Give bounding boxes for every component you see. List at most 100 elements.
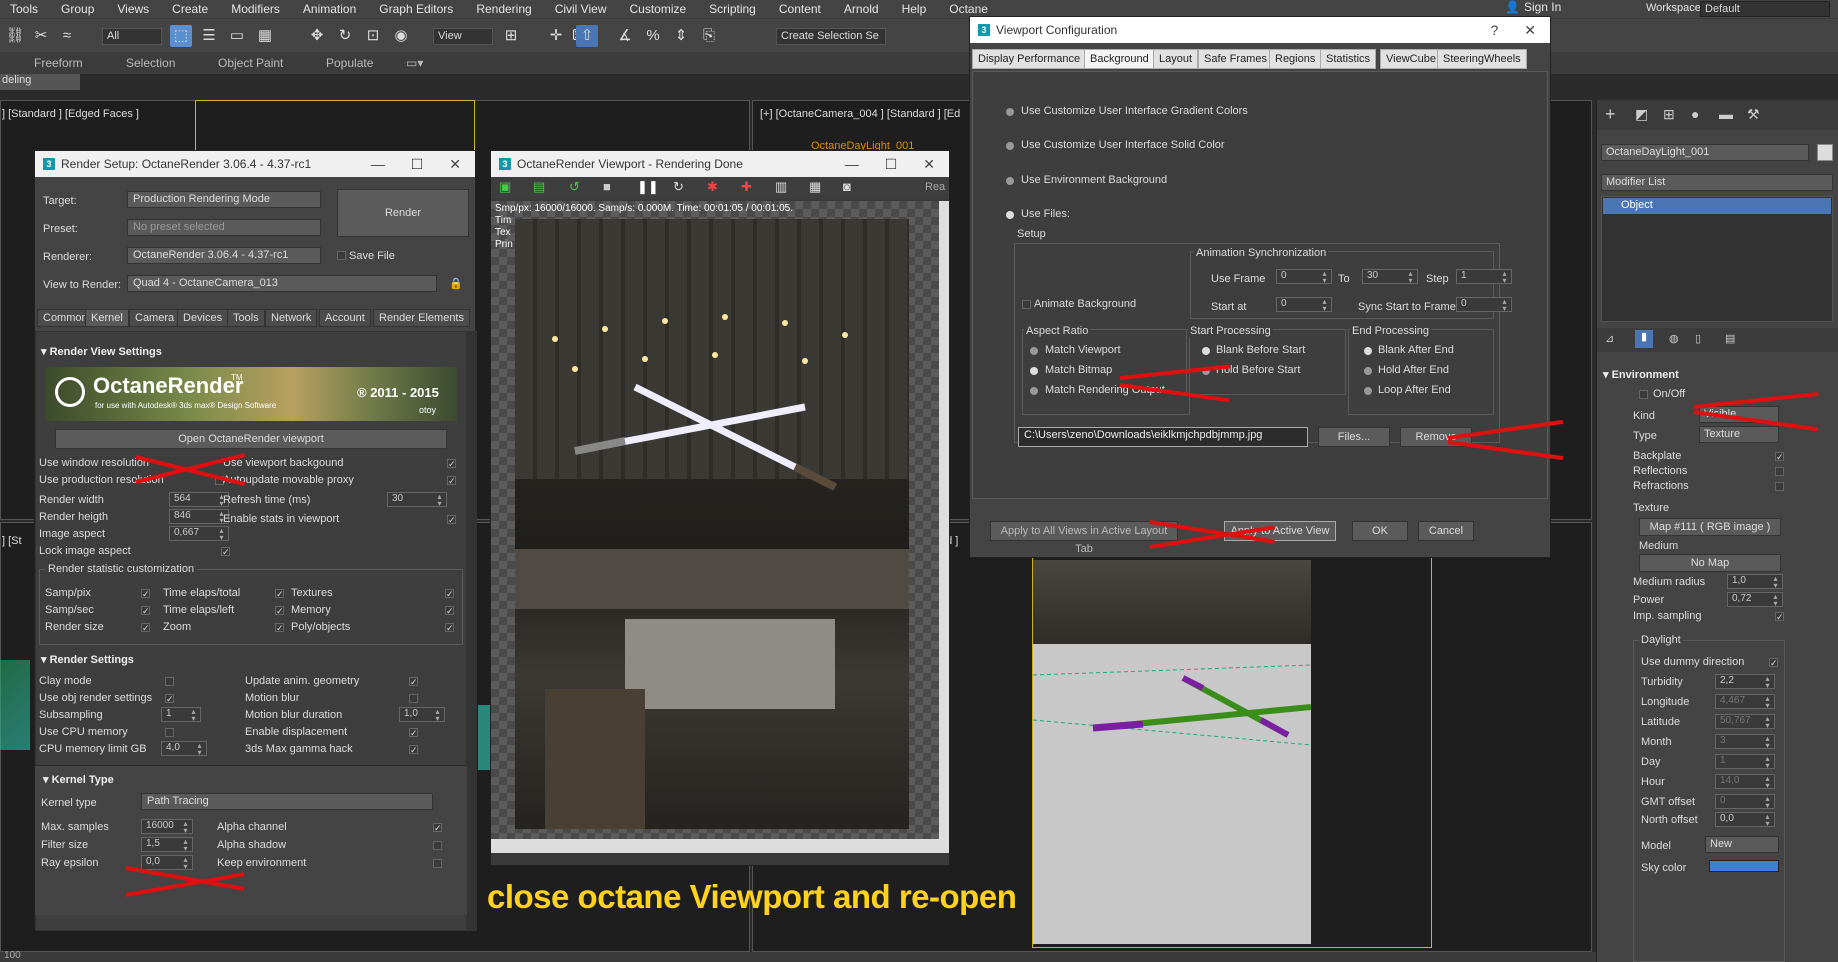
target-select[interactable]: Production Rendering Mode [127,191,321,208]
environment-header[interactable]: ▾ Environment [1603,368,1679,381]
gamma-hack-checkbox[interactable]: ✓ [409,745,418,755]
menu-scripting[interactable]: Scripting [699,2,769,16]
cancel-button[interactable]: Cancel [1418,521,1474,541]
menu-rendering[interactable]: Rendering [466,2,544,16]
render-button[interactable]: Render [337,189,469,237]
horizontal-scrollbar[interactable] [491,839,949,853]
stat-samp-pix-checkbox[interactable]: ✓ [141,589,150,599]
maximize-icon[interactable]: ☐ [411,156,424,173]
viewport-top-left-label[interactable]: ] [Standard ] [Edged Faces ] [2,108,139,120]
display-icon[interactable]: ▬ [1719,106,1733,122]
refresh-icon[interactable]: ↻ [673,179,684,195]
camera-icon[interactable]: ◙ [843,179,851,194]
lock-aspect-checkbox[interactable]: ✓ [221,547,230,557]
modifier-list-select[interactable]: Modifier List [1601,174,1833,191]
scrollbar[interactable] [467,331,477,931]
menu-help[interactable]: Help [892,2,940,16]
pivot-icon[interactable]: ⊞ [500,25,522,47]
step-spinner[interactable]: 1 [1456,269,1512,284]
menu-graph-editors[interactable]: Graph Editors [369,2,466,16]
stat-time-left-checkbox[interactable]: ✓ [275,606,284,616]
start-at-spinner[interactable]: 0 [1276,297,1332,312]
tab-devices[interactable]: Devices [177,309,229,327]
max-samples-spinner[interactable]: 16000 [141,819,193,834]
close-icon-3[interactable]: ✕ [1524,22,1536,39]
minimize-icon-2[interactable]: — [845,156,859,173]
scale-icon[interactable]: ⊡ [362,25,384,47]
gmt-spinner[interactable]: 0 [1715,794,1775,809]
viewport-top-right-label[interactable]: [+] [OctaneCamera_004 ] [Standard ] [Ed [760,108,960,120]
medium-map-button[interactable]: No Map [1639,554,1781,572]
menu-tools[interactable]: Tools [0,2,51,16]
filter-size-spinner[interactable]: 1,5 [141,837,193,852]
menu-arnold[interactable]: Arnold [834,2,892,16]
save-image-icon[interactable]: ▣ [499,179,511,195]
modify-icon[interactable]: ◩ [1635,106,1648,123]
radio-gradient[interactable] [1006,108,1014,116]
menu-octane[interactable]: Octane [939,2,1001,16]
menu-civil-view[interactable]: Civil View [545,2,620,16]
close-icon-2[interactable]: ✕ [923,156,935,173]
ribbon-selection[interactable]: Selection [126,56,175,70]
stat-time-total-checkbox[interactable]: ✓ [275,589,284,599]
motion-icon[interactable]: ● [1691,106,1699,122]
tab-statistics[interactable]: Statistics [1320,49,1377,69]
menu-modifiers[interactable]: Modifiers [221,2,293,16]
selection-filter-select[interactable]: All [102,28,162,45]
refresh-time-spinner[interactable]: 30 [387,492,447,507]
object-color-swatch[interactable] [1817,144,1833,161]
stop-icon[interactable]: ■ [603,179,611,194]
use-viewport-bg-checkbox[interactable]: ✓ [447,459,456,469]
tab-safe-frames[interactable]: Safe Frames [1198,49,1273,69]
view-to-render-select[interactable]: Quad 4 - OctaneCamera_013 [127,275,437,292]
radio-environment[interactable] [1006,177,1014,185]
north-spinner[interactable]: 0,0 [1715,812,1775,827]
help-icon[interactable]: ? [1490,22,1498,39]
rotate-icon[interactable]: ↻ [334,25,356,47]
files-button[interactable]: Files... [1318,427,1390,447]
named-selection-set-select[interactable]: Create Selection Se [776,28,886,45]
open-octane-viewport-button[interactable]: Open OctaneRender viewport [55,429,447,449]
reflections-checkbox[interactable] [1775,467,1784,476]
render-setup-titlebar[interactable]: 3 Render Setup: OctaneRender 3.06.4 - 4.… [35,151,475,177]
use-frame-spinner[interactable]: 0 [1276,269,1332,284]
mb-duration-spinner[interactable]: 1,0 [399,707,445,722]
use-cpu-checkbox[interactable] [165,728,174,737]
clay-mode-checkbox[interactable] [165,677,174,686]
preset-select[interactable]: No preset selected [127,219,321,236]
render-height-spinner[interactable]: 846 [169,509,229,524]
pin-stack-icon[interactable]: ⊿ [1605,332,1614,345]
sign-in-link[interactable]: 👤 Sign In [1495,0,1574,14]
bind-spacewarp-icon[interactable]: ≈ [56,25,78,47]
sync-start-spinner[interactable]: 0 [1456,297,1512,312]
tab-background[interactable]: Background [1084,49,1155,69]
power-spinner[interactable]: 0,72 [1727,592,1783,607]
window-crossing-icon[interactable]: ▦ [254,25,276,47]
ribbon-populate[interactable]: Populate [326,56,373,70]
maximize-icon-2[interactable]: ☐ [885,156,898,173]
tab-account[interactable]: Account [319,309,371,327]
link-icon[interactable]: ⛓ [4,25,26,47]
radio-files[interactable] [1006,211,1014,219]
ray-epsilon-spinner[interactable]: 0,0 [141,855,193,870]
tab-layout[interactable]: Layout [1153,49,1199,69]
motion-blur-checkbox[interactable] [409,694,418,703]
stat-zoom-checkbox[interactable]: ✓ [275,623,284,633]
texture-map-button[interactable]: Map #111 ( RGB image ) [1639,518,1781,536]
enable-disp-checkbox[interactable]: ✓ [409,728,418,738]
medium-radius-spinner[interactable]: 1,0 [1727,574,1783,589]
tab-display-performance[interactable]: Display Performance [972,49,1087,69]
radio-hold-after[interactable] [1364,367,1372,375]
stat-samp-sec-checkbox[interactable]: ✓ [141,606,150,616]
render-view-settings-header[interactable]: ▾ Render View Settings [41,345,162,358]
stat-textures-checkbox[interactable]: ✓ [445,589,454,599]
alpha-shadow-checkbox[interactable] [433,841,442,850]
move-icon[interactable]: ✥ [306,25,328,47]
restart-icon[interactable]: ↺ [569,179,580,195]
focus-picker-icon[interactable]: ✚ [741,179,752,195]
menu-group[interactable]: Group [51,2,107,16]
menu-customize[interactable]: Customize [619,2,699,16]
kernel-type-select[interactable]: Path Tracing [141,793,433,810]
menu-animation[interactable]: Animation [293,2,369,16]
region-icon[interactable]: ▥ [775,179,787,195]
